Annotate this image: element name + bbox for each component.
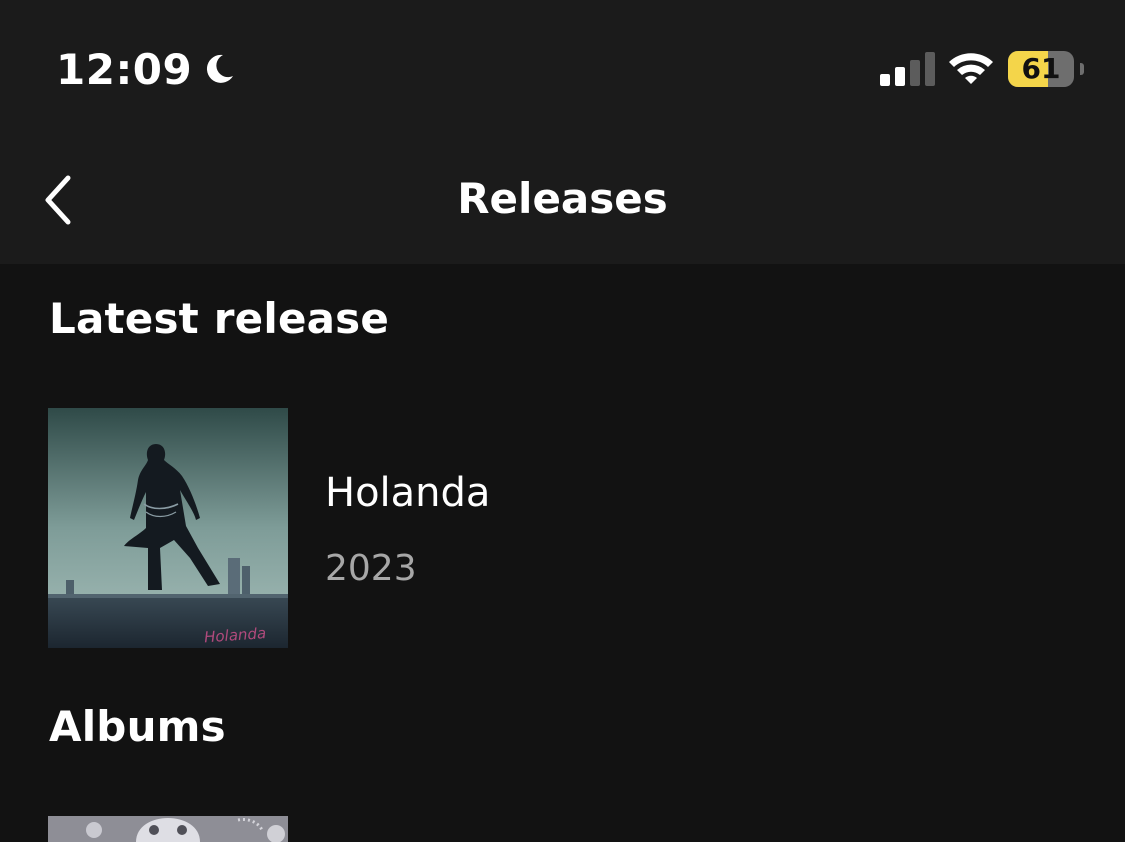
page-title: Releases	[457, 174, 668, 223]
latest-release-heading: Latest release	[49, 294, 390, 343]
release-title: Holanda	[325, 470, 491, 516]
battery-tip	[1080, 63, 1084, 75]
latest-release-item[interactable]: Holanda Holanda 2023	[48, 408, 1078, 648]
album-cover-holanda: Holanda	[48, 408, 288, 648]
release-year: 2023	[325, 548, 417, 589]
status-bar: 12:09 61	[0, 0, 1125, 140]
album-artwork: Holanda	[48, 408, 288, 648]
moon-icon	[207, 54, 234, 83]
album-cover-item[interactable]	[48, 816, 288, 842]
navigation-bar: Releases	[0, 140, 1125, 264]
wifi-icon	[949, 53, 993, 84]
battery-body: 61	[1008, 51, 1074, 87]
releases-screen: 12:09 61 Releases Latest release Holanda…	[0, 0, 1125, 842]
album-artwork	[48, 816, 288, 842]
cellular-signal-icon	[880, 52, 935, 86]
albums-heading: Albums	[49, 702, 226, 751]
status-time: 12:09	[56, 44, 193, 94]
battery-icon: 61	[1008, 51, 1084, 87]
battery-percent: 61	[1021, 52, 1061, 85]
status-time-group: 12:09	[56, 44, 236, 94]
